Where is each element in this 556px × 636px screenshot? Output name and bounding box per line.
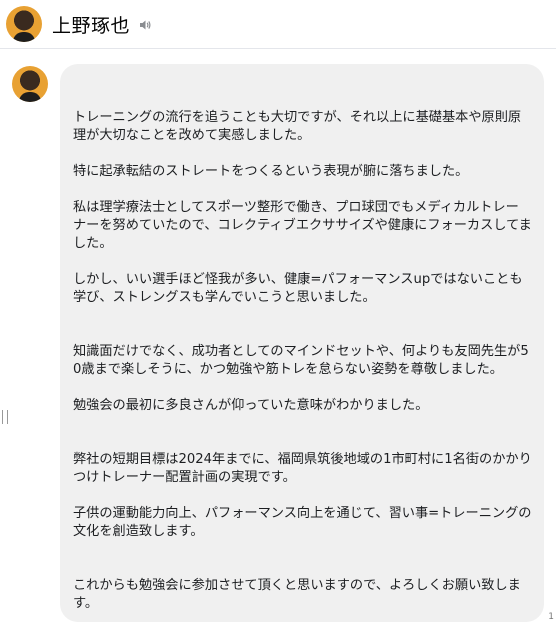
sender-avatar[interactable] bbox=[12, 66, 48, 102]
contact-name[interactable]: 上野琢也 bbox=[52, 11, 130, 38]
resize-handle[interactable] bbox=[2, 410, 8, 424]
corner-mark: 1 bbox=[548, 612, 554, 622]
contact-avatar[interactable] bbox=[6, 6, 42, 42]
message-bubble[interactable]: トレーニングの流行を追うことも大切ですが、それ以上に基礎基本や原則原理が大切なこ… bbox=[60, 64, 544, 622]
message-text: トレーニングの流行を追うことも大切ですが、それ以上に基礎基本や原則原理が大切なこ… bbox=[73, 110, 532, 611]
chat-window: 上野琢也 トレーニングの流行を追うことも大切ですが、それ以上に基礎基本や原則原理… bbox=[0, 0, 556, 636]
speaker-icon[interactable] bbox=[138, 17, 152, 31]
chat-header: 上野琢也 bbox=[0, 0, 556, 49]
